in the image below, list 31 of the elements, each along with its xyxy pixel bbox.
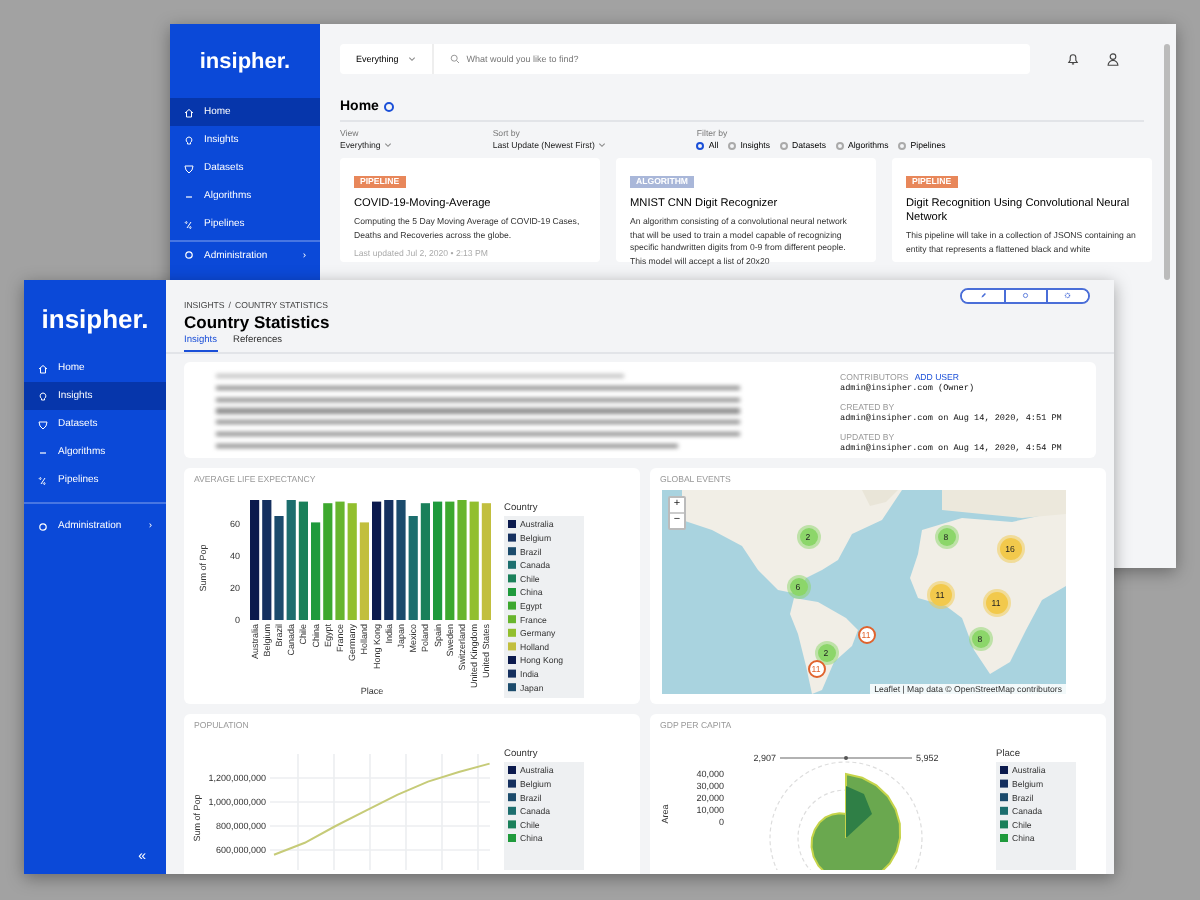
- insights-icon: [184, 135, 194, 145]
- radio-button[interactable]: [898, 141, 907, 149]
- info-icon: [384, 102, 395, 112]
- algorithms-icon: [184, 191, 194, 201]
- caret-icon: [598, 142, 607, 148]
- pipelines-icon: [184, 219, 194, 229]
- bell-icon[interactable]: [1066, 52, 1080, 66]
- radio-button[interactable]: [780, 141, 789, 149]
- caret-icon: [408, 56, 417, 62]
- radio-button[interactable]: [835, 141, 844, 149]
- item-card[interactable]: [616, 158, 876, 262]
- pipelines-icon: [38, 475, 48, 485]
- logo: insipher.: [39, 302, 151, 338]
- algorithms-icon: [38, 447, 48, 457]
- logo: insipher.: [197, 48, 293, 78]
- range-line: [779, 756, 913, 760]
- home-icon: [38, 363, 48, 373]
- search-icon: [450, 54, 461, 64]
- datasets-icon: [38, 419, 48, 429]
- legend-background: [996, 762, 1076, 870]
- caret-icon: [384, 142, 393, 148]
- radio-button[interactable]: [696, 141, 705, 149]
- legend-background: [504, 762, 584, 870]
- insights-icon: [38, 391, 48, 401]
- radio-button[interactable]: [728, 141, 737, 149]
- user-icon[interactable]: [1106, 52, 1120, 66]
- home-icon: [184, 107, 194, 117]
- datasets-icon: [184, 163, 194, 173]
- settings-button[interactable]: [1046, 290, 1088, 302]
- page-title: Country Statistics: [184, 312, 332, 332]
- scrollbar[interactable]: [1164, 44, 1170, 280]
